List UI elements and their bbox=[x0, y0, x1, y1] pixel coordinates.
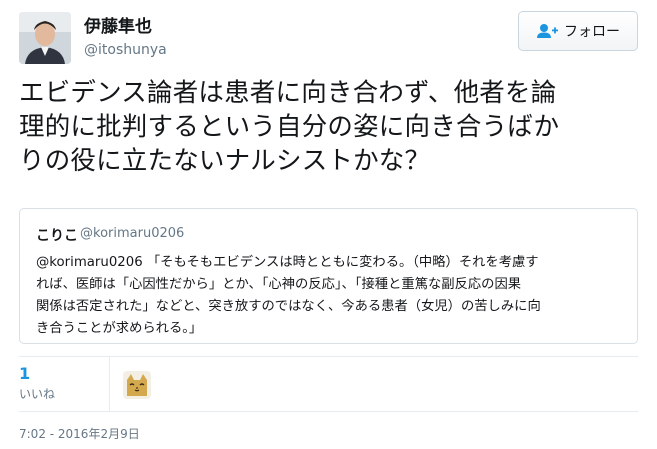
tweet-text-line: りの役に立たないナルシストかな？ bbox=[19, 146, 431, 176]
quoted-tweet-text-line: き合うことが求められる。」 bbox=[36, 321, 203, 336]
tweet-timestamp[interactable]: 7:02 - 2016年2月9日 bbox=[19, 425, 140, 442]
divider bbox=[109, 357, 110, 411]
quoted-tweet-text-line: 関係は否定された」などと、突き放すのではなく、今ある患者（女児）の苦しみに向 bbox=[36, 299, 541, 314]
divider bbox=[19, 411, 638, 412]
divider bbox=[19, 356, 638, 357]
liker-avatar[interactable] bbox=[123, 371, 151, 399]
tweet-text: エビデンス論者は患者に向き合わず、他者を論 理的に批判するという自分の姿に向き合… bbox=[19, 76, 639, 178]
quoted-tweet-author-handle: @korimaru0206 bbox=[80, 226, 185, 241]
likes-count[interactable]: 1 bbox=[19, 364, 30, 383]
quoted-tweet[interactable]: こりこ @korimaru0206 @korimaru0206 「そもそもエビデ… bbox=[19, 208, 638, 344]
likes-label[interactable]: いいね bbox=[19, 385, 55, 402]
user-handle[interactable]: @itoshunya bbox=[84, 41, 167, 59]
quoted-tweet-text-line: @korimaru0206 「そもそもエビデンスは時とともに変わる。（中略）それ… bbox=[36, 255, 539, 270]
tweet-text-line: 理的に批判するという自分の姿に向き合うばか bbox=[19, 112, 560, 142]
quoted-tweet-text-line: れば、医師は「心因性だから」とか、「心神の反応」、「接種と重篤な副反応の因果 bbox=[36, 277, 522, 292]
follow-button[interactable]: フォロー bbox=[518, 11, 638, 51]
tweet-stats: 1 いいね bbox=[0, 356, 657, 412]
quoted-tweet-text: @korimaru0206 「そもそもエビデンスは時とともに変わる。（中略）それ… bbox=[36, 252, 626, 340]
add-user-icon bbox=[537, 24, 558, 38]
quoted-tweet-author-name: こりこ bbox=[36, 228, 78, 244]
tweet-text-line: エビデンス論者は患者に向き合わず、他者を論 bbox=[19, 78, 557, 108]
user-display-name[interactable]: 伊藤隼也 bbox=[84, 17, 152, 37]
user-avatar[interactable] bbox=[19, 12, 71, 64]
tweet-header: 伊藤隼也 @itoshunya フォロー bbox=[0, 0, 657, 70]
follow-button-label: フォロー bbox=[564, 24, 620, 40]
